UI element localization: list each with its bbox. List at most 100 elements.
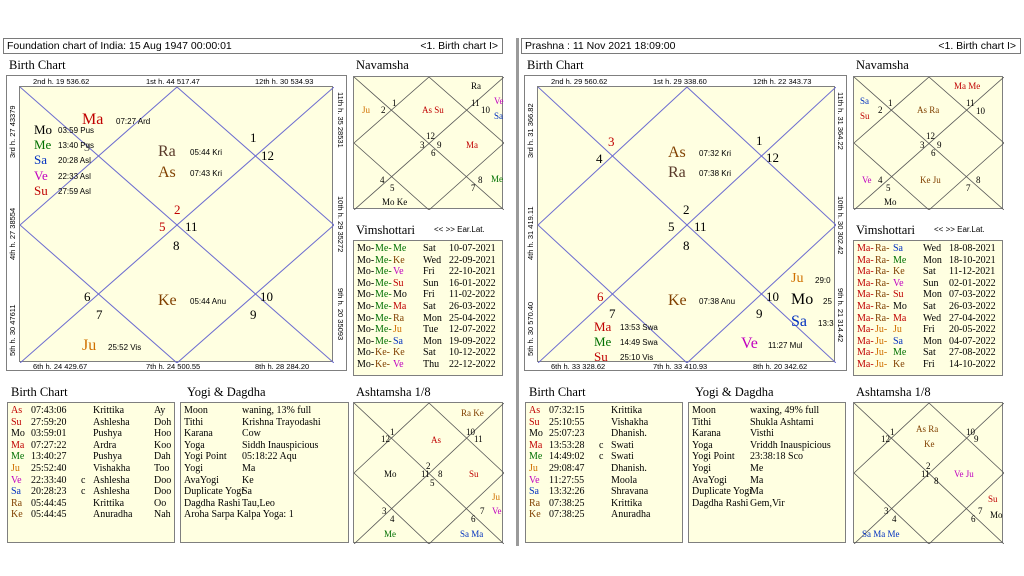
vim-lord3: Sa xyxy=(393,335,403,347)
vim-weekday: Fri xyxy=(923,358,935,370)
vimshottari-row[interactable]: Mo- Ke- Ke Sat 10-12-2022 xyxy=(357,347,503,359)
yogi-row: Yoga Vriddh Inauspicious xyxy=(692,440,845,452)
yogi-row: Moon waning, 13% full xyxy=(184,405,348,417)
left-h6: 6th h. 24 429.67 xyxy=(33,362,88,371)
right-vim-nav[interactable]: << >> Ear.Lat. xyxy=(934,226,985,234)
yogi-value: Shukla Ashtami xyxy=(750,416,814,428)
right-yogi-box: Moon waxing, 49% full Tithi Shukla Ashtami K… xyxy=(688,402,846,543)
vimshottari-row[interactable]: Ma- Ra- Ma Wed 27-04-2022 xyxy=(857,313,1003,325)
left-nv-n10: 10 xyxy=(481,105,490,115)
vimshottari-row[interactable]: Mo- Me- Sa Mon 19-09-2022 xyxy=(357,336,503,348)
vim-lord3: Mo xyxy=(393,289,407,301)
left-bc-n2: 2 xyxy=(174,202,181,217)
vim-date: 10-07-2021 xyxy=(449,243,496,254)
vim-date: 07-03-2022 xyxy=(949,289,996,301)
birth-list-row: Ma 07:27:22 Ardra Koo xyxy=(11,440,174,452)
bl-syllable: Doo xyxy=(154,486,172,498)
vimshottari-row[interactable]: Ma- Ra- Ke Sat 11-12-2021 xyxy=(857,266,1003,278)
bl-degree: 14:49:02 xyxy=(549,451,585,463)
vimshottari-row[interactable]: Ma- Ju- Sa Mon 04-07-2022 xyxy=(857,336,1003,348)
yogi-row: Dagdha Rashi Gem,Vir xyxy=(692,498,845,510)
yogi-row: Duplicate Yogi Sa xyxy=(184,486,348,498)
right-bc-sa-deg: 13:3 xyxy=(818,319,834,328)
vimshottari-row[interactable]: Mo- Me- Su Sun 16-01-2022 xyxy=(357,278,503,290)
vimshottari-row[interactable]: Mo- Me- Ve Fri 22-10-2021 xyxy=(357,266,503,278)
right-h3: 3rd h. 31 366.82 xyxy=(526,103,535,158)
vim-weekday: Thu xyxy=(423,358,440,370)
vimshottari-row[interactable]: Ma- Ju- Me Sat 27-08-2022 xyxy=(857,347,1003,359)
bl-syllable: Hoo xyxy=(154,428,172,440)
vimshottari-row[interactable]: Mo- Me- Ma Sat 26-03-2022 xyxy=(357,301,503,313)
right-yogi-rows: Moon waxing, 49% full Tithi Shukla Ashtami K… xyxy=(692,405,845,510)
right-as-veju: Ve Ju xyxy=(954,469,974,479)
bl-planet: Ve xyxy=(11,474,22,486)
bl-planet: Sa xyxy=(529,486,539,498)
vimshottari-row[interactable]: Mo- Me- Ra Mon 25-04-2022 xyxy=(357,313,503,325)
yogi-row: Yogi Point 05:18:22 Aqu xyxy=(184,451,348,463)
left-bc-sa-deg: 20:28 Asl xyxy=(58,156,91,165)
vim-lord1: Ma- xyxy=(857,266,874,278)
vimshottari-row[interactable]: Ma- Ra- Sa Wed 18-08-2021 xyxy=(857,243,1003,255)
yogi-key: Tithi xyxy=(184,416,204,428)
left-h3: 3rd h. 27 43379 xyxy=(8,105,17,158)
right-h12: 12th h. 22 343.73 xyxy=(753,77,812,86)
vimshottari-row[interactable]: Mo- Me- Mo Fri 11-02-2022 xyxy=(357,289,503,301)
birth-list-row: As 07:43:06 Krittika Ay xyxy=(11,405,174,417)
right-chart-nav[interactable]: <1. Birth chart I> xyxy=(938,39,1016,53)
left-bc-n3: 3 xyxy=(84,140,90,154)
yogi-row: AvaYogi Ma xyxy=(692,474,845,487)
right-h10: 10th h. 30 302.42 xyxy=(836,196,845,255)
right-navamsha-lines xyxy=(854,77,1004,210)
vim-weekday: Sun xyxy=(423,277,439,289)
birth-list-row: Su 25:10:55 Vishakha xyxy=(529,417,682,429)
birth-list-row: Mo 03:59:01 Pushya Hoo xyxy=(11,428,174,440)
vim-lord1: Ma- xyxy=(857,254,874,266)
left-chart-nav[interactable]: <1. Birth chart I> xyxy=(420,39,498,53)
vim-lord3: Ke xyxy=(393,347,405,359)
bl-nakshatra: Swati xyxy=(611,451,634,463)
right-birth-chart: 3 4 As 07:32 Kri Ra 07:38 Kri 1 12 2 5 1… xyxy=(537,86,836,363)
vimshottari-row[interactable]: Ma- Ju- Ju Fri 20-05-2022 xyxy=(857,324,1003,336)
bl-degree: 20:28:23 xyxy=(31,486,67,498)
vimshottari-row[interactable]: Ma- Ra- Ve Sun 02-01-2022 xyxy=(857,278,1003,290)
yogi-value: Ma xyxy=(750,474,764,486)
vimshottari-row[interactable]: Ma- Ra- Mo Sat 26-03-2022 xyxy=(857,301,1003,313)
bl-degree: 05:44:45 xyxy=(31,509,67,521)
bl-planet: As xyxy=(529,405,541,416)
left-bc-ju-deg: 25:52 Vis xyxy=(108,343,142,352)
left-nv-n1: 1 xyxy=(392,98,397,108)
right-bc-sa: Sa xyxy=(791,313,807,330)
right-nv-n1: 1 xyxy=(888,98,893,108)
vim-lord1: Ma- xyxy=(857,358,874,370)
left-nv-ra: Ra xyxy=(471,81,481,91)
left-bc-ve: Ve xyxy=(34,168,48,183)
bl-nakshatra: Dhanish. xyxy=(611,428,647,440)
left-as-ve: Ve xyxy=(492,506,502,516)
vim-lord2: Me- xyxy=(375,324,392,336)
vimshottari-row[interactable]: Ma- Ra- Me Mon 18-10-2021 xyxy=(857,255,1003,267)
vimshottari-row[interactable]: Mo- Me- Ju Tue 12-07-2022 xyxy=(357,324,503,336)
vimshottari-row[interactable]: Ma- Ju- Ke Fri 14-10-2022 xyxy=(857,359,1003,371)
bl-syllable: Oo xyxy=(154,497,167,509)
vim-lord3: Su xyxy=(893,289,904,301)
yogi-value: waxing, 49% full xyxy=(750,405,820,416)
vimshottari-row[interactable]: Mo- Me- Ke Wed 22-09-2021 xyxy=(357,255,503,267)
left-bc-n7: 7 xyxy=(96,307,103,322)
right-vimshottari-title: Vimshottari xyxy=(856,223,915,237)
bl-degree: 25:07:23 xyxy=(549,428,585,440)
right-bc-ju: Ju xyxy=(791,271,804,286)
right-bc-n4: 4 xyxy=(596,151,603,166)
right-bc-su-deg: 25:10 Vis xyxy=(620,353,654,362)
right-nv-mo: Mo xyxy=(884,197,897,207)
left-vim-nav[interactable]: << >> Ear.Lat. xyxy=(434,226,485,234)
right-as-su: Su xyxy=(988,494,998,504)
vimshottari-row[interactable]: Ma- Ra- Su Mon 07-03-2022 xyxy=(857,289,1003,301)
yogi-value: Ke xyxy=(242,474,254,486)
vimshottari-row[interactable]: Mo- Ke- Ve Thu 22-12-2022 xyxy=(357,359,503,371)
bl-planet: Sa xyxy=(11,486,21,498)
yogi-key: Duplicate Yogi xyxy=(692,486,752,498)
bl-nakshatra: Krittika xyxy=(93,405,125,416)
bl-planet: As xyxy=(11,405,23,416)
pane-divider[interactable] xyxy=(516,38,519,546)
vimshottari-row[interactable]: Mo- Me- Me Sat 10-07-2021 xyxy=(357,243,503,255)
